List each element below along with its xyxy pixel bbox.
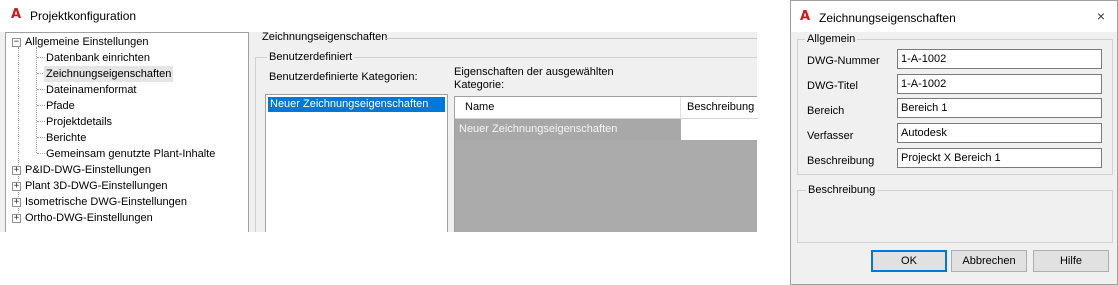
- tree-item-label: Pfade: [46, 100, 75, 112]
- section-divider: [385, 38, 757, 39]
- tree-item-label: Isometrische DWG-Einstellungen: [25, 196, 188, 208]
- settings-tree[interactable]: − Allgemeine Einstellungen Datenbank ein…: [5, 32, 249, 232]
- tree-item-label: P&ID-DWG-Einstellungen: [25, 164, 151, 176]
- tree-item-plant-inhalte[interactable]: Gemeinsam genutzte Plant-Inhalte: [46, 146, 215, 162]
- tree-connector: [37, 121, 45, 122]
- column-separator[interactable]: [680, 97, 681, 119]
- general-group-label: Allgemein: [805, 33, 858, 45]
- tree-connector: [37, 105, 45, 106]
- grid-cell-name[interactable]: Neuer Zeichnungseigenschaften: [455, 119, 681, 140]
- tree-item-dateinamenformat[interactable]: Dateinamenformat: [46, 82, 137, 98]
- tree-connector: [37, 57, 45, 58]
- table-row[interactable]: Neuer Zeichnungseigenschaften: [455, 119, 758, 140]
- config-window-title: Projektkonfiguration: [30, 9, 137, 23]
- tree-item-label: Datenbank einrichten: [46, 52, 150, 64]
- column-header-name[interactable]: Name: [465, 101, 494, 113]
- tree-item-zeichnungseigenschaften[interactable]: Zeichnungseigenschaften: [44, 66, 174, 82]
- tree-connector: [37, 153, 45, 154]
- dialog-titlebar: A Zeichnungseigenschaften ×: [791, 1, 1117, 32]
- description-group-box: [797, 190, 1113, 243]
- config-titlebar: A Projektkonfiguration: [0, 0, 757, 32]
- description-label: Beschreibung: [807, 155, 875, 167]
- properties-label-line: Kategorie:: [454, 79, 505, 91]
- expand-icon[interactable]: +: [12, 214, 21, 223]
- tree-connector: [37, 89, 45, 90]
- tree-item-projektdetails[interactable]: Projektdetails: [46, 114, 112, 130]
- tree-item-label: Ortho-DWG-Einstellungen: [25, 212, 153, 224]
- description-field[interactable]: Projeckt X Bereich 1: [897, 148, 1102, 168]
- expand-icon[interactable]: +: [12, 166, 21, 175]
- grid-header: Name Beschreibung: [455, 97, 758, 119]
- expand-icon[interactable]: +: [12, 198, 21, 207]
- tree-item-label: Allgemeine Einstellungen: [25, 36, 149, 48]
- tree-item-label: Dateinamenformat: [46, 84, 137, 96]
- ok-button[interactable]: OK: [871, 250, 947, 272]
- tree-item-label: Zeichnungseigenschaften: [46, 68, 172, 80]
- collapse-icon[interactable]: −: [12, 38, 21, 47]
- tree-item-pfade[interactable]: Pfade: [46, 98, 75, 114]
- dwg-number-label: DWG-Nummer: [807, 55, 880, 67]
- tree-connector: [37, 137, 45, 138]
- autocad-logo-icon: A: [11, 7, 22, 22]
- drawing-properties-dialog: A Zeichnungseigenschaften × Allgemein DW…: [790, 0, 1118, 285]
- tree-item-label: Projektdetails: [46, 116, 113, 128]
- help-button[interactable]: Hilfe: [1033, 250, 1109, 272]
- section-title: Zeichnungseigenschaften: [262, 31, 388, 43]
- properties-label: Eigenschaften der ausgewählten Kategorie…: [454, 66, 614, 92]
- autocad-logo-icon: A: [800, 9, 811, 24]
- tree-item-label: Plant 3D-DWG-Einstellungen: [25, 180, 168, 192]
- project-config-window: A Projektkonfiguration − Allgemeine Eins…: [0, 0, 758, 232]
- area-field[interactable]: Bereich 1: [897, 98, 1102, 118]
- categories-label: Benutzerdefinierte Kategorien:: [269, 71, 418, 83]
- dwg-title-label: DWG-Titel: [807, 80, 858, 92]
- tree-item-label: Berichte: [46, 132, 87, 144]
- author-field[interactable]: Autodesk: [897, 123, 1102, 143]
- dwg-number-field[interactable]: 1-A-1002: [897, 49, 1102, 69]
- tree-item-berichte[interactable]: Berichte: [46, 130, 86, 146]
- close-icon[interactable]: ×: [1091, 6, 1111, 26]
- area-label: Bereich: [807, 105, 845, 117]
- description-group-label: Beschreibung: [806, 184, 878, 196]
- dialog-title: Zeichnungseigenschaften: [819, 11, 956, 25]
- custom-group-label: Benutzerdefiniert: [267, 51, 355, 63]
- tree-item-datenbank[interactable]: Datenbank einrichten: [46, 50, 150, 66]
- cancel-button[interactable]: Abbrechen: [951, 250, 1027, 272]
- category-item-selected[interactable]: Neuer Zeichnungseigenschaften: [268, 97, 445, 112]
- dwg-title-field[interactable]: 1-A-1002: [897, 74, 1102, 94]
- column-header-description[interactable]: Beschreibung: [687, 101, 754, 113]
- tree-item-label: Gemeinsam genutzte Plant-Inhalte: [46, 148, 216, 160]
- tree-connector: [18, 47, 19, 217]
- expand-icon[interactable]: +: [12, 182, 21, 191]
- categories-list[interactable]: Neuer Zeichnungseigenschaften: [265, 94, 448, 232]
- grid-cell-description[interactable]: [681, 119, 758, 140]
- author-label: Verfasser: [807, 130, 854, 142]
- properties-label-line: Eigenschaften der ausgewählten: [454, 66, 614, 78]
- properties-grid[interactable]: Name Beschreibung Neuer Zeichnungseigens…: [454, 96, 758, 232]
